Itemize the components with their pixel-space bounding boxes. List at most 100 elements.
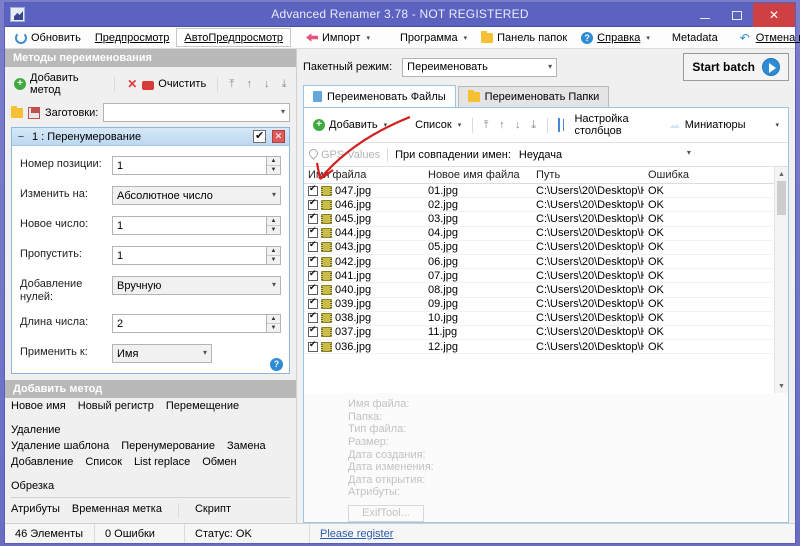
method-card-header[interactable]: − 1 : Перенумерование ✕ <box>12 128 289 146</box>
column-header-path[interactable]: Путь <box>532 167 644 183</box>
move-down-button[interactable]: ↓ <box>259 76 274 93</box>
add-method-renumber[interactable]: Перенумерование <box>121 440 215 452</box>
row-checkbox[interactable] <box>308 312 318 324</box>
number-length-input[interactable] <box>112 314 266 334</box>
cell-filename[interactable]: 039.jpg <box>304 298 424 310</box>
row-checkbox[interactable] <box>308 341 318 352</box>
stepper-buttons[interactable]: ▲ ▼ <box>266 246 281 265</box>
method-remove-button[interactable]: ✕ <box>272 130 285 143</box>
row-checkbox[interactable] <box>308 298 318 310</box>
move-bottom-button[interactable]: ⤓ <box>277 76 292 93</box>
table-row[interactable]: 036.jpg 12.jpg C:\Users\20\Desktop\H... OK <box>304 340 773 355</box>
toolbar-metadata[interactable]: Metadata <box>665 28 725 47</box>
add-method-remove-pattern[interactable]: Удаление шаблона <box>11 440 109 452</box>
batch-mode-combo[interactable]: Переименовать <box>402 57 558 77</box>
add-method-remove[interactable]: Удаление <box>11 424 61 436</box>
cell-filename[interactable]: 042.jpg <box>304 256 424 268</box>
presets-combo[interactable] <box>103 103 290 122</box>
new-number-stepper[interactable]: ▲▼ <box>112 216 281 235</box>
stepper-up[interactable]: ▲ <box>267 157 280 166</box>
add-method-replace[interactable]: Замена <box>227 440 266 452</box>
column-header-newname[interactable]: Новое имя файла <box>424 167 532 183</box>
change-to-combo[interactable]: Абсолютное число <box>112 186 281 205</box>
add-method-new-case[interactable]: Новый регистр <box>78 400 154 412</box>
list-menu-button[interactable]: Список ▾ <box>394 117 466 133</box>
cell-filename[interactable]: 043.jpg <box>304 241 424 253</box>
table-row[interactable]: 039.jpg 09.jpg C:\Users\20\Desktop\H... OK <box>304 298 773 312</box>
row-checkbox[interactable] <box>308 284 318 295</box>
table-row[interactable]: 046.jpg 02.jpg C:\Users\20\Desktop\H... OK <box>304 198 773 213</box>
cell-filename[interactable]: 037.jpg <box>304 326 424 338</box>
method-enabled-checkbox[interactable] <box>253 129 266 143</box>
stepper-buttons[interactable]: ▲ ▼ <box>266 156 281 175</box>
number-length-stepper[interactable]: ▲▼ <box>112 314 281 334</box>
stepper-buttons[interactable]: ▲ ▼ <box>266 314 281 334</box>
start-batch-button[interactable]: Start batch <box>683 53 789 81</box>
save-preset-icon[interactable] <box>28 106 40 119</box>
row-checkbox[interactable] <box>308 185 318 196</box>
table-row[interactable]: 040.jpg 08.jpg C:\Users\20\Desktop\H... OK <box>304 283 773 298</box>
add-method-new-name[interactable]: Новое имя <box>11 400 66 412</box>
position-number-input[interactable] <box>112 156 266 175</box>
collapse-icon[interactable]: − <box>16 131 26 143</box>
view-options-button[interactable]: ▾ <box>752 117 784 133</box>
table-row[interactable]: 045.jpg 03.jpg C:\Users\20\Desktop\H... OK <box>304 212 773 227</box>
toolbar-preview[interactable]: Предпросмотр <box>88 28 177 47</box>
toolbar-program[interactable]: Программа ▾ <box>377 28 474 47</box>
close-button[interactable]: ✕ <box>753 3 795 27</box>
stepper-buttons[interactable]: ▲ ▼ <box>266 216 281 235</box>
toolbar-undo[interactable]: ↶ Отмена изменений... <box>733 28 800 47</box>
add-method-move[interactable]: Перемещение <box>166 400 239 412</box>
toolbar-help[interactable]: ? Справка ▾ <box>574 28 657 47</box>
add-method-trim[interactable]: Обрезка <box>11 480 54 492</box>
cell-filename[interactable]: 041.jpg <box>304 270 424 282</box>
column-setup-button[interactable]: Настройка столбцов <box>553 111 661 139</box>
row-checkbox[interactable] <box>308 326 318 338</box>
file-move-down-button[interactable]: ↓ <box>511 117 525 134</box>
table-row[interactable]: 041.jpg 07.jpg C:\Users\20\Desktop\H... OK <box>304 269 773 284</box>
toolbar-refresh[interactable]: Обновить <box>8 28 88 47</box>
position-number-stepper[interactable]: ▲▼ <box>112 156 281 175</box>
file-move-up-button[interactable]: ↑ <box>495 117 509 134</box>
add-method-swap[interactable]: Обмен <box>202 456 236 468</box>
add-method-list[interactable]: Список <box>85 456 122 468</box>
stepper-down[interactable]: ▼ <box>267 324 280 332</box>
stepper-up[interactable]: ▲ <box>267 217 280 226</box>
exiftool-button[interactable]: ExifTool... <box>348 505 424 522</box>
collision-combo[interactable]: Неудача <box>515 145 695 164</box>
maximize-button[interactable] <box>721 3 753 27</box>
cell-filename[interactable]: 046.jpg <box>304 199 424 211</box>
add-method-add[interactable]: Добавление <box>11 456 73 468</box>
move-top-button[interactable]: ⤒ <box>224 76 239 93</box>
toolbar-autopreview[interactable]: АвтоПредпросмотр <box>176 28 291 47</box>
cell-filename[interactable]: 045.jpg <box>304 213 424 225</box>
row-checkbox[interactable] <box>308 256 318 267</box>
apply-to-combo[interactable]: Имя <box>112 344 212 364</box>
table-row[interactable]: 038.jpg 10.jpg C:\Users\20\Desktop\H... OK <box>304 312 773 326</box>
skip-input[interactable] <box>112 246 266 265</box>
cell-filename[interactable]: 040.jpg <box>304 284 424 296</box>
scroll-up-button[interactable]: ▲ <box>775 167 788 181</box>
stepper-up[interactable]: ▲ <box>267 315 280 325</box>
table-row[interactable]: 037.jpg 11.jpg C:\Users\20\Desktop\H... OK <box>304 326 773 341</box>
column-header-filename[interactable]: Имя файла <box>304 167 424 183</box>
row-checkbox[interactable] <box>308 213 318 224</box>
toolbar-import[interactable]: Импорт ▾ <box>299 28 377 47</box>
cell-filename[interactable]: 044.jpg <box>304 227 424 239</box>
row-checkbox[interactable] <box>308 227 318 239</box>
move-up-button[interactable]: ↑ <box>242 76 257 93</box>
file-move-bottom-button[interactable]: ⤓ <box>527 117 541 134</box>
stepper-down[interactable]: ▼ <box>267 226 280 234</box>
add-files-button[interactable]: + Добавить ▾ <box>308 117 392 133</box>
stepper-up[interactable]: ▲ <box>267 247 280 256</box>
scroll-down-button[interactable]: ▼ <box>775 379 788 394</box>
minimize-button[interactable] <box>689 3 721 27</box>
cell-filename[interactable]: 038.jpg <box>304 312 424 324</box>
add-method-script[interactable]: Скрипт <box>195 503 231 518</box>
row-checkbox[interactable] <box>308 270 318 281</box>
add-method-button[interactable]: + Добавить метод <box>9 70 108 98</box>
table-row[interactable]: 044.jpg 04.jpg C:\Users\20\Desktop\H... OK <box>304 227 773 241</box>
row-checkbox[interactable] <box>308 199 318 210</box>
add-method-timestamp[interactable]: Временная метка <box>72 503 162 518</box>
method-help-icon[interactable]: ? <box>270 358 283 372</box>
